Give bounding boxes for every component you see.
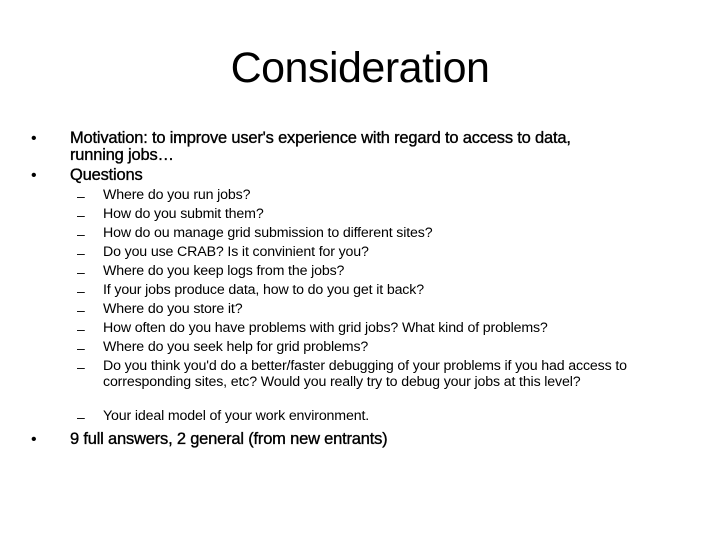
sub-item-text: How do you submit them? [103, 206, 264, 222]
sub-item-text: Where do you run jobs? [103, 187, 251, 203]
dash-marker: – [77, 302, 85, 318]
dash-marker: – [77, 283, 85, 299]
dash-marker: – [77, 321, 85, 337]
dash-marker: – [77, 226, 85, 242]
bullet-text: Questions [70, 166, 143, 184]
bullet-text: Motivation: to improve user's experience… [70, 129, 571, 147]
dash-marker: – [77, 207, 85, 223]
slide-title: Consideration [230, 44, 490, 92]
dash-marker: – [77, 409, 85, 425]
sub-item-text: Where do you keep logs from the jobs? [103, 263, 345, 279]
bullet-text-continued: running jobs… [70, 146, 174, 164]
sub-item-text: If your jobs produce data, how to do you… [103, 282, 424, 298]
dash-marker: – [77, 188, 85, 204]
dash-marker: – [77, 245, 85, 261]
sub-item-text: Do you think you'd do a better/faster de… [103, 358, 627, 390]
dash-marker: – [77, 264, 85, 280]
bullet-marker: • [31, 167, 37, 184]
bullet-marker: • [31, 431, 37, 448]
sub-item-text: How do ou manage grid submission to diff… [103, 225, 433, 241]
bullet-text: 9 full answers, 2 general (from new entr… [70, 430, 388, 448]
dash-marker: – [77, 340, 85, 356]
bullet-marker: • [31, 130, 37, 147]
dash-marker: – [77, 359, 85, 375]
sub-item-text: How often do you have problems with grid… [103, 320, 548, 336]
sub-item-text: Where do you store it? [103, 301, 243, 317]
sub-item-text: Where do you seek help for grid problems… [103, 339, 369, 355]
sub-item-text: Do you use CRAB? Is it convinient for yo… [103, 244, 369, 260]
sub-item-text: Your ideal model of your work environmen… [103, 408, 370, 424]
